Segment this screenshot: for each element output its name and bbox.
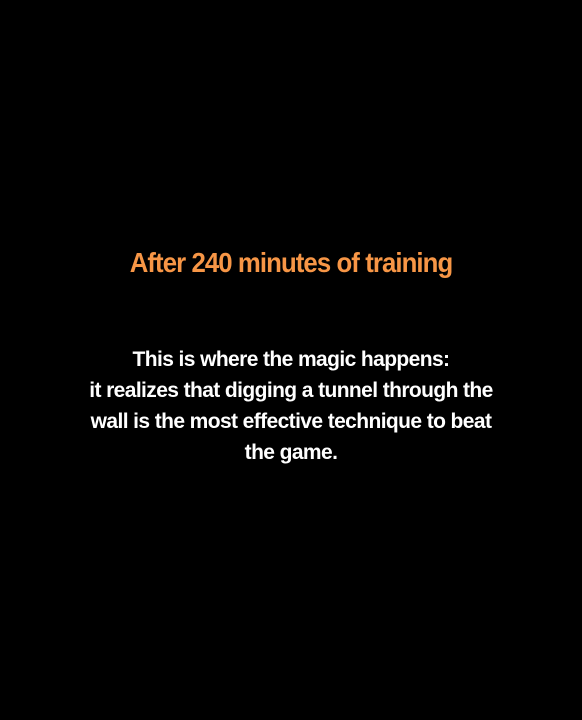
slide-title: After 240 minutes of training bbox=[129, 247, 453, 278]
slide: After 240 minutes of training This is wh… bbox=[0, 0, 582, 720]
body-line: the game. bbox=[244, 441, 338, 464]
body-line: it realizes that digging a tunnel throug… bbox=[89, 379, 493, 402]
slide-body: This is where the magic happens: it real… bbox=[40, 344, 542, 468]
body-line: This is where the magic happens: bbox=[132, 348, 450, 371]
body-line: wall is the most effective technique to … bbox=[90, 410, 492, 433]
